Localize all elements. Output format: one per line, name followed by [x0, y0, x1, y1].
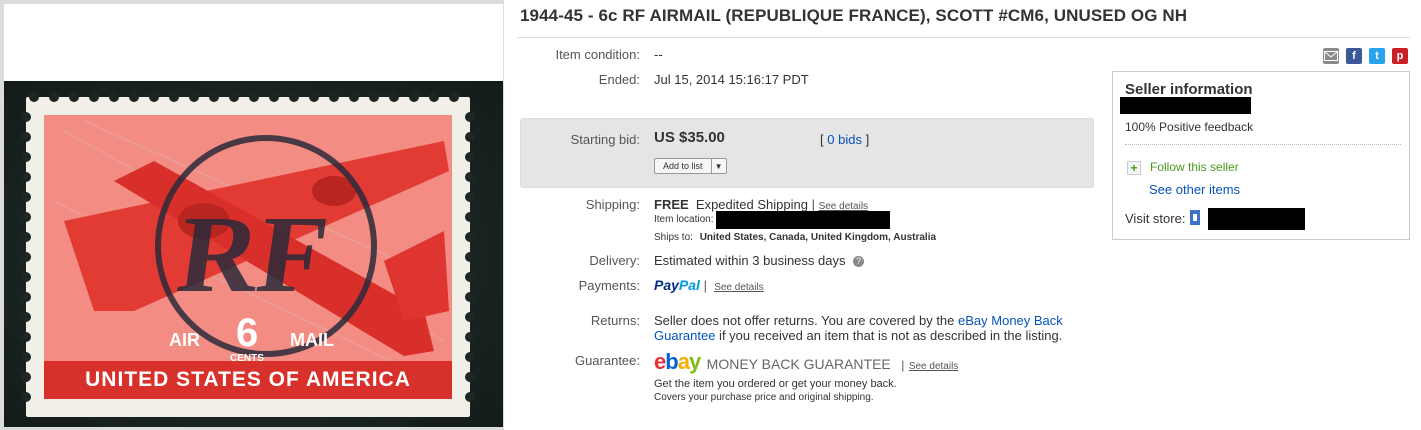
ships-to-label: Ships to:	[654, 232, 693, 243]
item-photo[interactable]: RF AIR 6 MAIL CENTS UNITED STATES OF AME…	[4, 81, 503, 427]
returns-value: Seller does not offer returns. You are c…	[654, 313, 1074, 343]
payments-value: PayPal | See details	[654, 277, 764, 293]
bid-box	[520, 118, 1094, 188]
ebay-logo: ebay	[654, 349, 701, 374]
delivery-value: Estimated within 3 business days ?	[654, 253, 865, 268]
shipping-free: FREE	[654, 197, 689, 212]
stamp-country: UNITED STATES OF AMERICA	[85, 368, 411, 391]
item-location-label: Item location:	[654, 214, 714, 225]
stamp-text-mail: MAIL	[290, 330, 334, 350]
ended-value: Jul 15, 2014 15:16:17 PDT	[654, 72, 809, 87]
returns-guarantee-link-2[interactable]: Guarantee	[654, 328, 715, 343]
image-top-area	[4, 4, 503, 81]
visit-store-label: Visit store:	[1125, 211, 1186, 226]
twitter-icon[interactable]: t	[1369, 48, 1385, 64]
payments-see-details-link[interactable]: See details	[714, 282, 763, 293]
stamp-text-air: AIR	[169, 330, 200, 350]
separator: |	[901, 358, 905, 372]
ships-to-value: United States, Canada, United Kingdom, A…	[699, 232, 937, 243]
stamp-denomination: 6	[236, 311, 258, 355]
payments-label: Payments:	[578, 278, 640, 293]
store-name-redacted[interactable]	[1208, 208, 1305, 230]
starting-bid-value: US $35.00	[654, 129, 725, 146]
guarantee-label: Guarantee:	[574, 353, 640, 368]
page-title: 1944-45 - 6c RF AIRMAIL (REPUBLIQUE FRAN…	[520, 6, 1188, 25]
returns-text-1: Seller does not offer returns. You are c…	[654, 313, 959, 328]
condition-value: --	[654, 47, 663, 62]
mbg-text: MONEY BACK GUARANTEE	[706, 356, 891, 372]
facebook-icon[interactable]: f	[1346, 48, 1362, 64]
store-icon[interactable]	[1189, 208, 1202, 226]
add-to-list-button[interactable]: Add to list ▼	[654, 158, 727, 174]
dropdown-arrow-icon[interactable]: ▼	[710, 159, 726, 173]
shipping-label: Shipping:	[585, 197, 640, 212]
ended-label: Ended:	[598, 72, 640, 87]
plus-icon[interactable]: +	[1127, 161, 1141, 175]
bids-bracket-close: ]	[865, 132, 870, 147]
title-divider	[517, 37, 1410, 38]
stamp-cents: CENTS	[230, 353, 264, 364]
item-location-redacted	[716, 211, 890, 229]
shipping-value: FREE Expedited Shipping | See details	[654, 197, 868, 212]
seller-info-heading: Seller information	[1125, 81, 1253, 98]
paypal-logo-pal: Pal	[678, 277, 700, 293]
guarantee-see-details-link[interactable]: See details	[909, 361, 958, 372]
bids-bracket-open: [	[820, 132, 824, 147]
condition-label: Item condition:	[555, 47, 640, 62]
returns-guarantee-link[interactable]: eBay Money Back	[958, 313, 1063, 328]
seller-divider	[1125, 144, 1401, 145]
shipping-method: Expedited Shipping	[695, 197, 808, 212]
help-icon[interactable]: ?	[853, 256, 865, 268]
email-share-icon[interactable]	[1323, 48, 1339, 64]
bids-link[interactable]: 0 bids	[827, 132, 862, 147]
see-other-items-link[interactable]: See other items	[1149, 182, 1240, 197]
starting-bid-label: Starting bid:	[570, 132, 640, 147]
delivery-text: Estimated within 3 business days	[654, 253, 846, 268]
separator: |	[811, 197, 815, 212]
returns-label: Returns:	[590, 313, 640, 328]
seller-feedback: 100% Positive feedback	[1125, 120, 1254, 134]
add-to-list-label: Add to list	[663, 161, 703, 171]
delivery-label: Delivery:	[589, 253, 640, 268]
seller-name-redacted[interactable]	[1120, 97, 1251, 114]
paypal-logo: PayPal	[654, 277, 700, 293]
guarantee-line-2: Covers your purchase price and original …	[654, 392, 874, 403]
separator: |	[703, 278, 707, 293]
guarantee-line-1: Get the item you ordered or get your mon…	[654, 378, 897, 390]
stamp-overprint: RF	[171, 192, 335, 314]
ships-to-line: Ships to: United States, Canada, United …	[654, 232, 936, 243]
paypal-logo-pay: Pay	[654, 277, 679, 293]
follow-seller-link[interactable]: Follow this seller	[1150, 160, 1239, 174]
bids-count: [ 0 bids ]	[820, 132, 869, 147]
stamp-image: RF AIR 6 MAIL CENTS UNITED STATES OF AME…	[4, 81, 503, 427]
pinterest-icon[interactable]: p	[1392, 48, 1408, 64]
returns-text-2: if you received an item that is not as d…	[715, 328, 1063, 343]
ebay-mbg-logo: ebay MONEY BACK GUARANTEE | See details	[654, 349, 958, 375]
